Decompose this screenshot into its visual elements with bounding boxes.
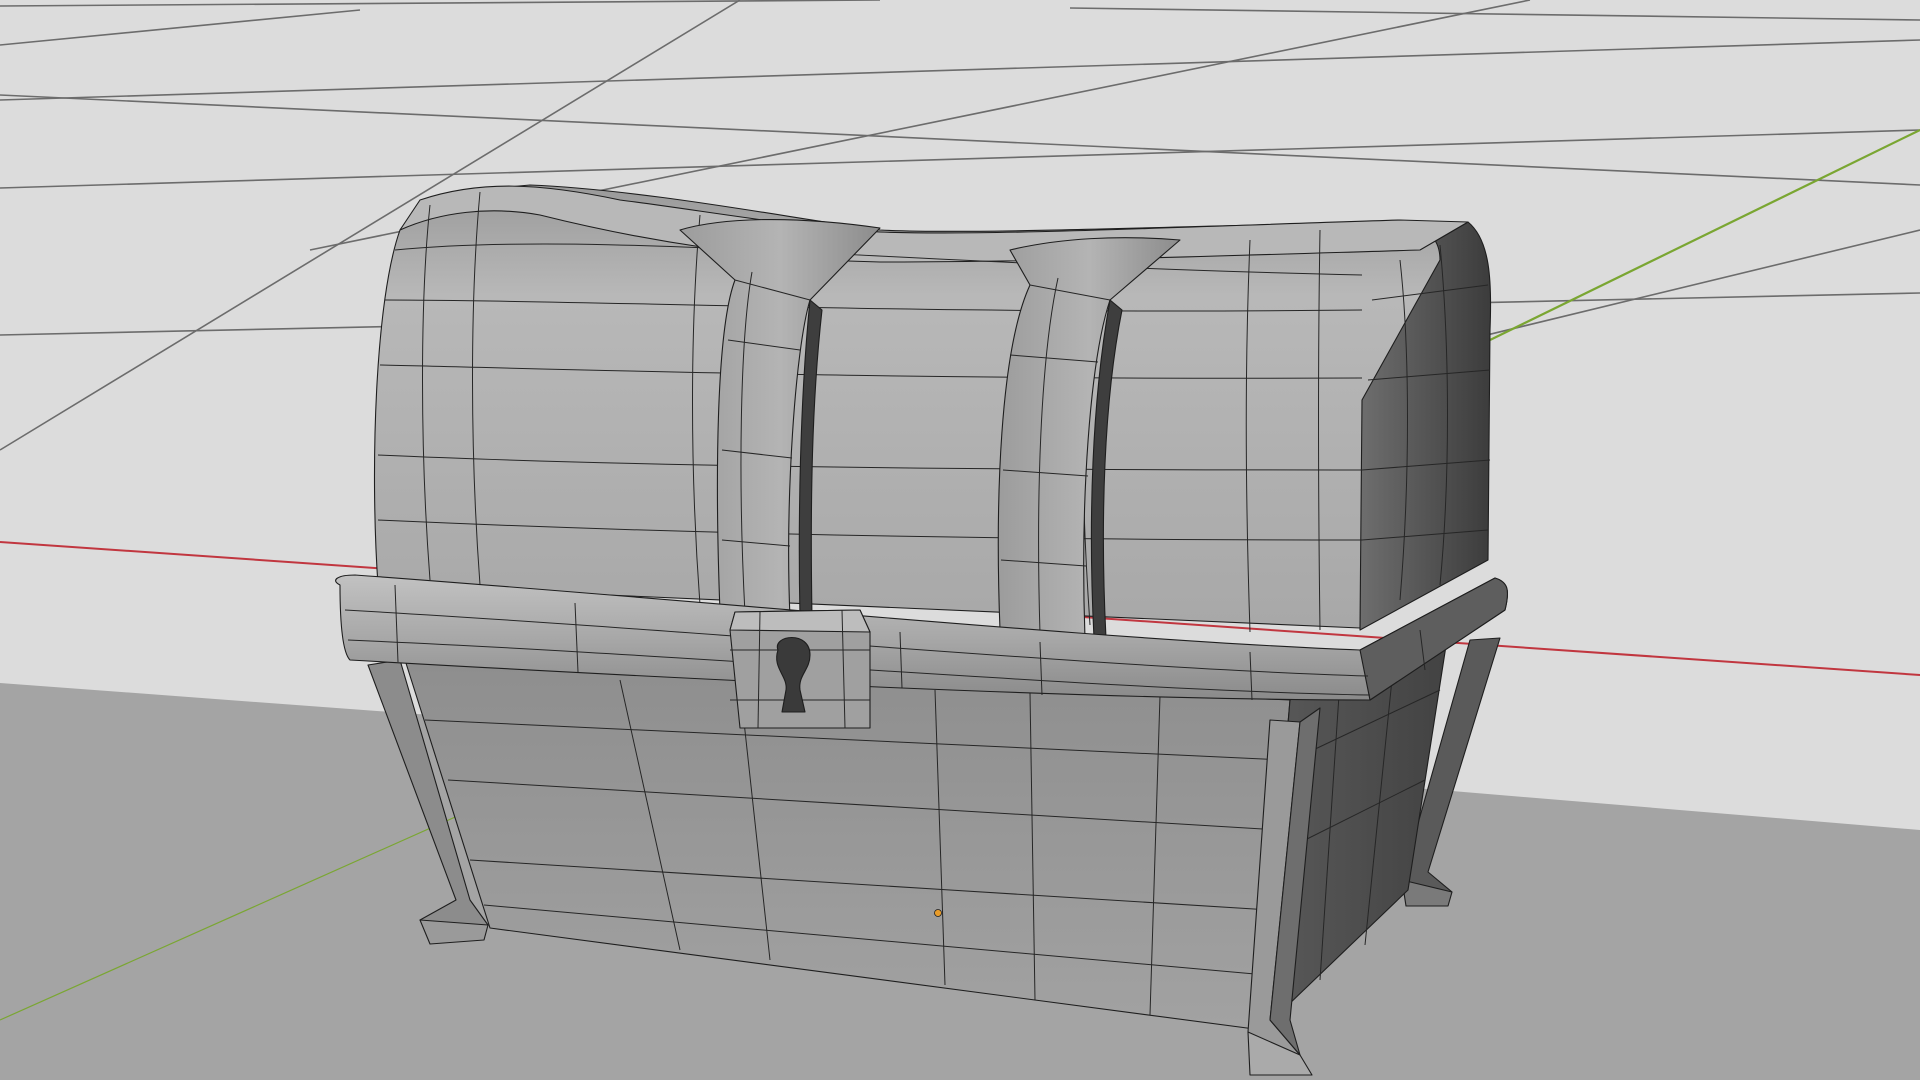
object-origin <box>934 909 942 917</box>
chest-lock <box>729 609 871 729</box>
3d-viewport[interactable] <box>0 0 1920 1080</box>
